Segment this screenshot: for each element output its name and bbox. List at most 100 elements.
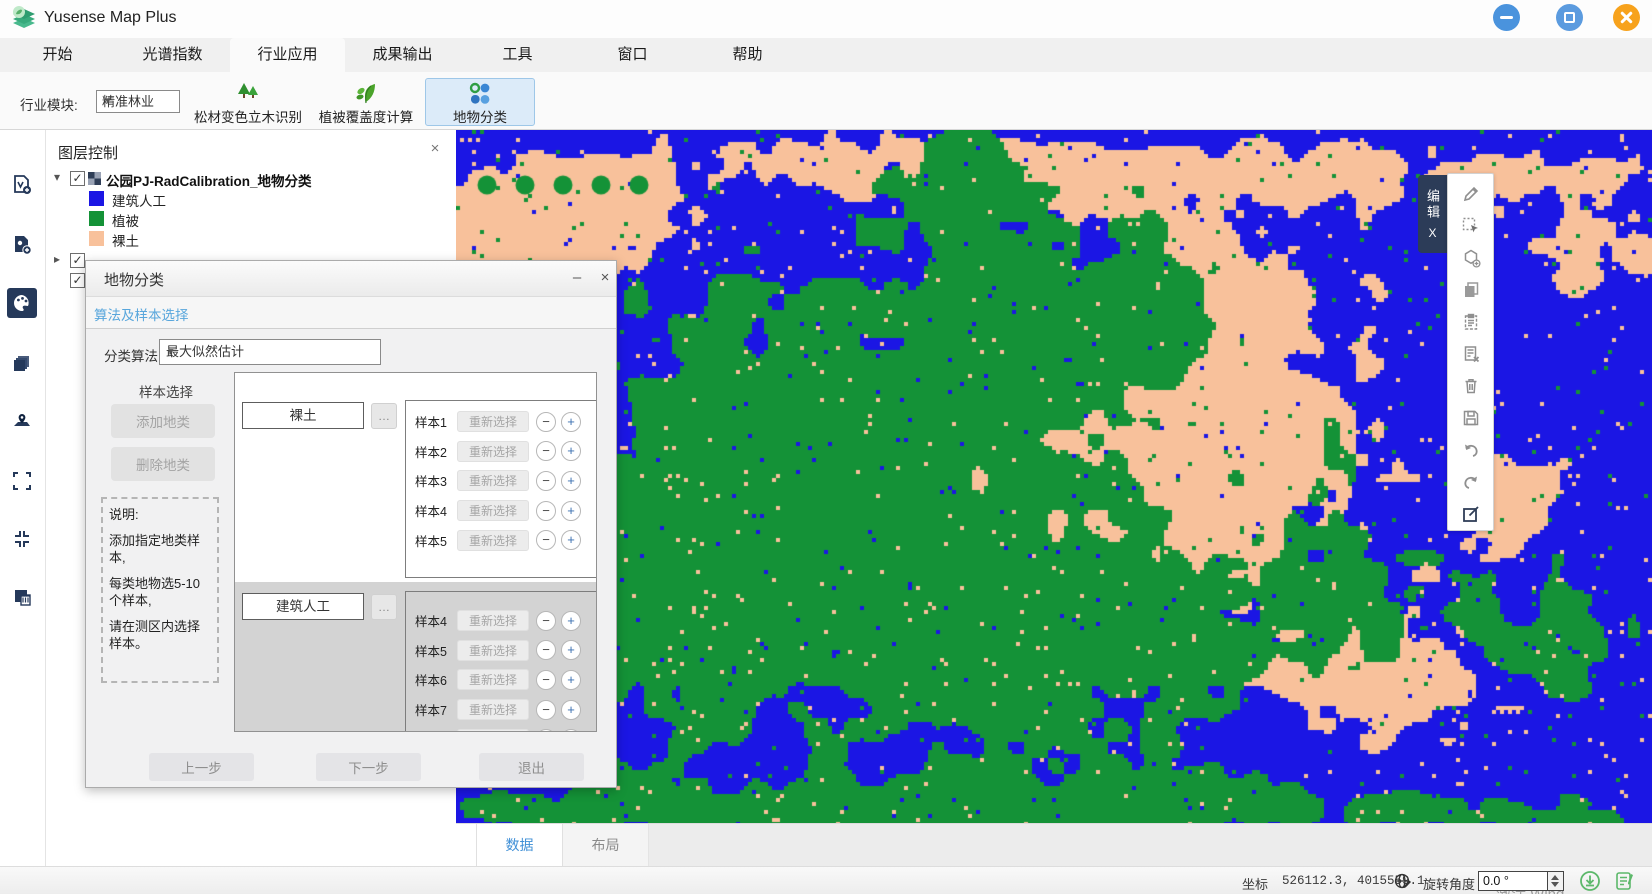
reselect-button[interactable]: 重新选择	[457, 699, 529, 720]
dialog-title-bar[interactable]: 地物分类 – ×	[86, 261, 616, 297]
add-raster-layer-icon[interactable]	[7, 230, 37, 260]
zoom-to-selection-icon[interactable]	[7, 524, 37, 554]
panel-close-icon[interactable]: ×	[426, 140, 444, 158]
remove-sample-button[interactable]: −	[536, 412, 556, 432]
add-sample-button[interactable]: +	[561, 501, 581, 521]
log-document-icon[interactable]	[1614, 870, 1636, 894]
reselect-button[interactable]: 重新选择	[457, 441, 529, 462]
menu-item-window[interactable]: 窗口	[575, 38, 690, 72]
remove-sample-button[interactable]: −	[536, 441, 556, 461]
sample-label: 样本7	[415, 700, 457, 719]
tool-label: 地物分类	[453, 110, 507, 125]
layer-stack-icon[interactable]	[7, 348, 37, 378]
delete-selected-icon[interactable]	[1456, 338, 1486, 370]
add-sample-button[interactable]: +	[561, 611, 581, 631]
layer-checkbox[interactable]: ✓	[70, 171, 85, 186]
rotation-spinner[interactable]	[1548, 871, 1564, 891]
tool-pine-detection[interactable]: 松材变色立木识别	[193, 78, 303, 126]
menu-item-tools[interactable]: 工具	[460, 38, 575, 72]
trash-icon[interactable]	[1456, 370, 1486, 402]
edit-pencil-icon[interactable]	[1456, 178, 1486, 210]
undo-icon[interactable]	[1456, 434, 1486, 466]
more-button[interactable]: …	[371, 594, 397, 620]
maximize-button[interactable]	[1556, 4, 1583, 31]
menu-item-output[interactable]: 成果输出	[345, 38, 460, 72]
add-sample-button[interactable]: +	[561, 471, 581, 491]
menu-item-industry-apps[interactable]: 行业应用	[230, 38, 345, 72]
reselect-button[interactable]: 重新选择	[457, 610, 529, 631]
legend-item[interactable]: 裸土	[46, 229, 457, 249]
reselect-button[interactable]: 重新选择	[457, 530, 529, 551]
remove-sample-button[interactable]: −	[536, 611, 556, 631]
redo-icon[interactable]	[1456, 466, 1486, 498]
reselect-button[interactable]: 重新选择	[457, 669, 529, 690]
algorithm-select[interactable]: 最大似然估计 ▾	[159, 339, 381, 365]
left-icon-sidebar	[0, 130, 45, 866]
reselect-button[interactable]: 重新选择	[457, 640, 529, 661]
next-step-button[interactable]: 下一步	[316, 753, 421, 781]
tab-layout-view[interactable]: 布局	[563, 824, 649, 866]
tool-landcover-classify[interactable]: 地物分类	[425, 78, 535, 126]
tool-vegetation-coverage[interactable]: 植被覆盖度计算	[311, 78, 421, 126]
remove-layers-icon[interactable]	[7, 582, 37, 612]
remove-sample-button[interactable]: −	[536, 530, 556, 550]
basemap-icon[interactable]	[7, 406, 37, 436]
add-sample-button[interactable]: +	[561, 530, 581, 550]
remove-sample-button[interactable]: −	[536, 640, 556, 660]
add-vector-layer-icon[interactable]	[7, 170, 37, 200]
caret-down-icon[interactable]: ▾	[54, 170, 60, 184]
caret-right-icon[interactable]: ▸	[54, 252, 60, 266]
menu-item-spectral-index[interactable]: 光谱指数	[115, 38, 230, 72]
menu-item-start[interactable]: 开始	[0, 38, 115, 72]
remove-sample-button[interactable]: −	[536, 729, 556, 732]
module-select[interactable]: 精准林业 ▾	[96, 90, 180, 113]
projection-globe-icon[interactable]	[1393, 871, 1413, 894]
add-class-button[interactable]: 添加地类	[111, 404, 215, 438]
edit-panel-tab[interactable]: 编辑 X	[1418, 175, 1447, 253]
rotation-input[interactable]: 0.0 °	[1478, 871, 1548, 891]
copy-icon[interactable]	[1456, 274, 1486, 306]
zoom-full-extent-icon[interactable]	[7, 466, 37, 496]
layer-checkbox[interactable]: ✓	[70, 253, 85, 268]
previous-step-button[interactable]: 上一步	[149, 753, 254, 781]
dialog-minimize-icon[interactable]: –	[566, 268, 588, 290]
legend-item[interactable]: 植被	[46, 209, 457, 229]
reselect-button[interactable]: 重新选择	[457, 729, 529, 732]
add-feature-icon[interactable]	[1456, 242, 1486, 274]
remove-sample-button[interactable]: −	[536, 471, 556, 491]
add-sample-button[interactable]: +	[561, 729, 581, 732]
dialog-close-icon[interactable]: ×	[594, 268, 616, 290]
exit-button[interactable]: 退出	[479, 753, 584, 781]
remove-sample-button[interactable]: −	[536, 700, 556, 720]
add-sample-button[interactable]: +	[561, 412, 581, 432]
tab-data-view[interactable]: 数据	[477, 824, 563, 866]
delete-class-button[interactable]: 删除地类	[111, 447, 215, 481]
minimize-button[interactable]	[1493, 4, 1520, 31]
algorithm-label: 分类算法:	[104, 345, 162, 365]
edit-attributes-icon[interactable]	[1456, 498, 1486, 530]
add-sample-button[interactable]: +	[561, 700, 581, 720]
add-sample-button[interactable]: +	[561, 640, 581, 660]
layer-checkbox[interactable]: ✓	[70, 273, 85, 288]
class-name-box[interactable]: 裸土	[242, 402, 364, 429]
save-edits-icon[interactable]	[1456, 402, 1486, 434]
add-sample-button[interactable]: +	[561, 441, 581, 461]
edit-tab-close[interactable]: X	[1428, 226, 1436, 240]
add-sample-button[interactable]: +	[561, 670, 581, 690]
class-name-box[interactable]: 建筑人工	[242, 593, 364, 620]
tab-algorithm-samples[interactable]: 算法及样本选择	[94, 304, 189, 324]
symbology-palette-icon[interactable]	[7, 288, 37, 318]
reselect-button[interactable]: 重新选择	[457, 470, 529, 491]
select-features-icon[interactable]	[1456, 210, 1486, 242]
reselect-button[interactable]: 重新选择	[457, 411, 529, 432]
legend-item[interactable]: 建筑人工	[46, 189, 457, 209]
reselect-button[interactable]: 重新选择	[457, 500, 529, 521]
menu-item-help[interactable]: 帮助	[690, 38, 805, 72]
layer-row[interactable]: ▾ ✓ 公园PJ-RadCalibration_地物分类	[46, 169, 457, 189]
remove-sample-button[interactable]: −	[536, 670, 556, 690]
download-icon[interactable]	[1578, 869, 1602, 894]
paste-icon[interactable]	[1456, 306, 1486, 338]
remove-sample-button[interactable]: −	[536, 501, 556, 521]
more-button[interactable]: …	[371, 403, 397, 429]
close-button[interactable]	[1613, 4, 1640, 31]
